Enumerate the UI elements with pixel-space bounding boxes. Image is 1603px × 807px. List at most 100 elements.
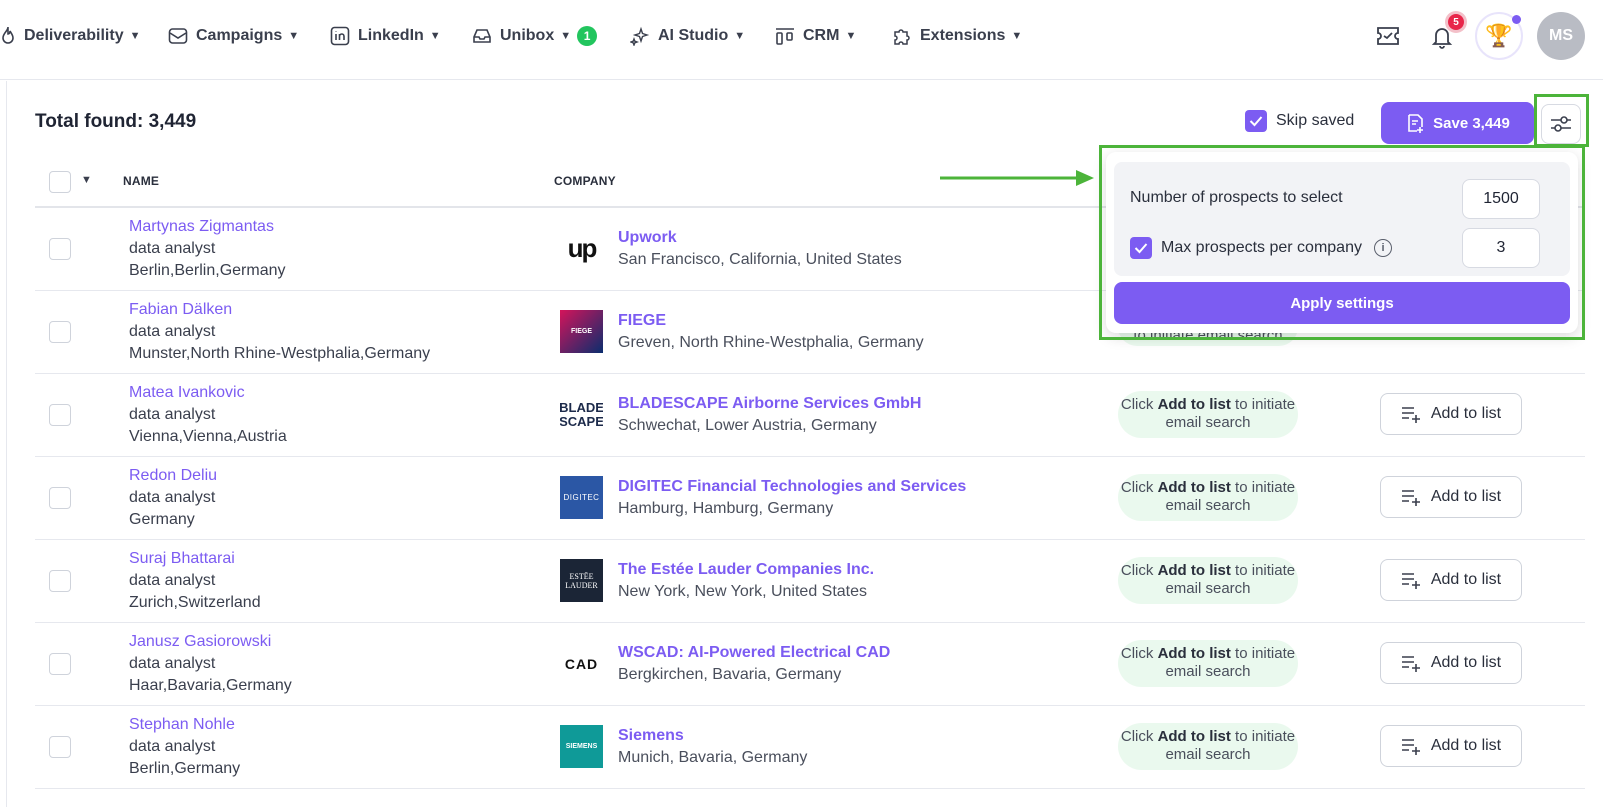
column-header-name[interactable]: NAME [123, 174, 159, 188]
company-location: New York, New York, United States [618, 583, 868, 600]
avatar-initials: MS [1549, 27, 1573, 44]
chevron-down-icon: ▼ [1011, 30, 1023, 42]
save-button[interactable]: Save 3,449 [1381, 102, 1534, 144]
estee-logo-text: LAUDER [565, 580, 598, 590]
add-to-list-button[interactable]: Add to list [1380, 642, 1522, 684]
row-checkbox[interactable] [49, 321, 71, 343]
check-icon [1249, 116, 1263, 127]
sparkle-icon [630, 26, 650, 46]
skip-saved-checkbox[interactable]: Skip saved [1245, 110, 1354, 132]
prospect-location: Berlin,Berlin,Germany [129, 262, 286, 279]
row-checkbox[interactable] [49, 653, 71, 675]
prospect-name[interactable]: Matea Ivankovic [129, 384, 245, 402]
save-list-icon [1408, 114, 1424, 133]
hint-text: Click [1120, 479, 1158, 496]
company-name[interactable]: Upwork [618, 229, 677, 247]
hint-bold: Add to list [1157, 645, 1231, 662]
prospect-location: Munster,North Rhine-Westphalia,Germany [129, 345, 431, 362]
prospect-name[interactable]: Stephan Nohle [129, 716, 235, 734]
company-name[interactable]: Siemens [618, 727, 684, 745]
prospect-name[interactable]: Fabian Dälken [129, 301, 232, 319]
chevron-down-icon[interactable]: ▼ [81, 174, 92, 186]
select-all-checkbox[interactable] [49, 171, 71, 193]
checkbox-checked[interactable] [1245, 110, 1267, 132]
chevron-down-icon: ▼ [288, 30, 300, 42]
fiege-logo-text: FIEGE [570, 328, 592, 335]
prospect-name[interactable]: Suraj Bhattarai [129, 550, 235, 568]
prospect-name[interactable]: Martynas Zigmantas [129, 218, 274, 236]
wscad-logo-text: CAD [564, 655, 599, 672]
company-name[interactable]: BLADESCAPE Airborne Services GmbH [618, 395, 921, 413]
table-row: Janusz Gasiorowski data analyst Haar,Bav… [35, 621, 1585, 706]
nav-label: LinkedIn [358, 27, 424, 44]
nav-label: CRM [803, 27, 840, 44]
bladescape-logo-text: BLADE [560, 399, 603, 415]
nav-deliverability[interactable]: Deliverability ▼ [0, 24, 141, 48]
puzzle-icon [894, 29, 910, 45]
row-checkbox[interactable] [49, 238, 71, 260]
ticket-icon[interactable] [1374, 22, 1402, 50]
sidebar-divider [6, 81, 7, 807]
hint-bold: Add to list [1157, 562, 1231, 579]
company-name[interactable]: DIGITEC Financial Technologies and Servi… [618, 478, 966, 496]
chevron-down-icon: ▼ [429, 30, 441, 42]
estee-logo-text: ESTĒE [569, 571, 594, 581]
unibox-count-badge: 1 [577, 26, 598, 46]
company-location: Hamburg, Hamburg, Germany [618, 500, 834, 517]
company-name[interactable]: FIEGE [618, 312, 666, 330]
upwork-logo: up [560, 227, 603, 270]
add-to-list-button[interactable]: Add to list [1380, 725, 1522, 767]
nav-unibox[interactable]: Unibox ▼ 1 [472, 24, 598, 48]
email-search-hint: Click Add to list to initiate email sear… [1118, 723, 1298, 770]
prospect-title: data analyst [129, 489, 216, 506]
top-navigation: Deliverability ▼ Campaigns ▼ LinkedIn ▼ Uni… [0, 0, 1603, 80]
chevron-down-icon: ▼ [734, 30, 746, 42]
prospect-name[interactable]: Janusz Gasiorowski [129, 633, 271, 651]
prospect-location: Haar,Bavaria,Germany [129, 677, 292, 694]
linkedin-icon [330, 26, 350, 46]
table-row: Stephan Nohle data analyst Berlin,German… [35, 704, 1585, 789]
siemens-logo: SIEMENS [560, 725, 603, 768]
add-to-list-button[interactable]: Add to list [1380, 393, 1522, 435]
bladescape-logo: BLADE SCAPE [560, 393, 603, 436]
chevron-down-icon: ▼ [560, 30, 572, 42]
upwork-logo-text: up [567, 233, 598, 263]
nav-crm[interactable]: CRM ▼ [775, 24, 856, 48]
row-checkbox[interactable] [49, 570, 71, 592]
hint-text: Click [1120, 728, 1158, 745]
nav-label: Extensions [920, 27, 1006, 44]
prospect-name[interactable]: Redon Deliu [129, 467, 217, 485]
hint-text: Click [1120, 645, 1158, 662]
email-search-hint: Click Add to list to initiate email sear… [1118, 557, 1298, 604]
estee-lauder-logo: ESTĒE LAUDER [560, 559, 603, 602]
email-search-hint: Click Add to list to initiate email sear… [1118, 474, 1298, 521]
table-row: Redon Deliu data analyst Germany DIGITEC… [35, 455, 1585, 540]
row-checkbox[interactable] [49, 404, 71, 426]
playlist-add-icon [1401, 490, 1420, 506]
nav-label: Campaigns [196, 27, 283, 44]
nav-linkedin[interactable]: LinkedIn ▼ [330, 24, 441, 48]
column-header-company[interactable]: COMPANY [554, 174, 616, 188]
prospect-location: Zurich,Switzerland [129, 594, 261, 611]
nav-label: AI Studio [658, 27, 729, 44]
save-label: Save 3,449 [1433, 114, 1510, 132]
avatar[interactable]: MS [1537, 12, 1585, 60]
company-location: Bergkirchen, Bavaria, Germany [618, 666, 842, 683]
nav-ai-studio[interactable]: AI Studio ▼ [630, 24, 745, 48]
company-location: San Francisco, California, United States [618, 251, 902, 268]
nav-extensions[interactable]: Extensions ▼ [892, 24, 1022, 48]
inbox-icon [473, 29, 491, 43]
prospect-location: Vienna,Vienna,Austria [129, 428, 287, 445]
prospect-title: data analyst [129, 323, 216, 340]
crm-icon [776, 28, 794, 45]
row-checkbox[interactable] [49, 736, 71, 758]
company-name[interactable]: WSCAD: AI-Powered Electrical CAD [618, 644, 890, 662]
add-to-list-button[interactable]: Add to list [1380, 476, 1522, 518]
add-to-list-button[interactable]: Add to list [1380, 559, 1522, 601]
row-checkbox[interactable] [49, 487, 71, 509]
company-name[interactable]: The Estée Lauder Companies Inc. [618, 561, 874, 579]
playlist-add-icon [1401, 656, 1420, 672]
add-to-list-label: Add to list [1430, 488, 1502, 505]
nav-campaigns[interactable]: Campaigns ▼ [168, 24, 299, 48]
company-location: Schwechat, Lower Austria, Germany [618, 417, 877, 434]
